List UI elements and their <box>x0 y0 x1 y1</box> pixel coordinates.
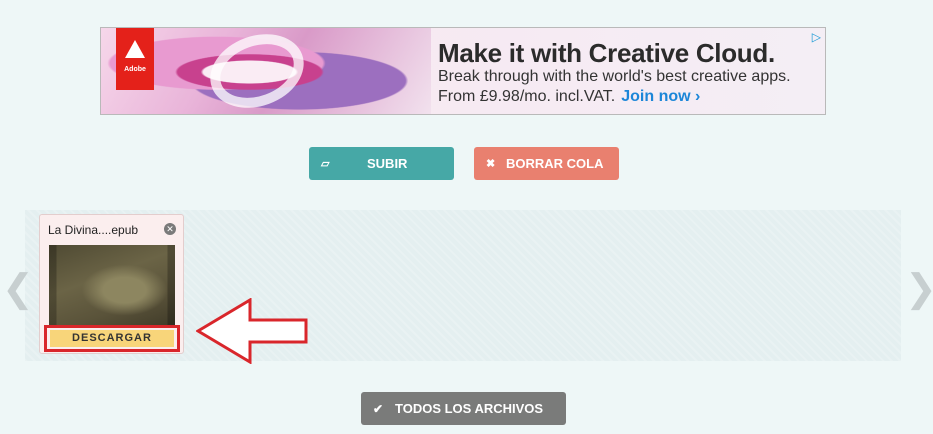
adchoices-icon[interactable]: ▷ <box>812 30 821 44</box>
upload-button[interactable]: ▱ SUBIR <box>309 147 454 180</box>
ad-join-link[interactable]: Join now › <box>621 88 700 105</box>
adobe-logo: Adobe <box>116 28 154 90</box>
all-files-button[interactable]: ✔ TODOS LOS ARCHIVOS <box>361 392 566 425</box>
folder-open-icon: ▱ <box>321 158 330 170</box>
file-name: La Divina....epub <box>48 223 139 237</box>
next-arrow-icon[interactable]: ❯ <box>905 266 933 311</box>
ad-tagline: Break through with the world's best crea… <box>438 68 791 85</box>
remove-file-icon[interactable]: ✕ <box>164 223 176 235</box>
file-thumbnail <box>49 245 175 327</box>
annotation-arrow-icon <box>196 298 308 364</box>
download-button[interactable]: DESCARGAR <box>50 330 174 347</box>
ad-price: From £9.98/mo. incl.VAT. Join now › <box>438 88 701 105</box>
download-highlight: DESCARGAR <box>44 325 180 352</box>
check-icon: ✔ <box>373 401 384 416</box>
prev-arrow-icon[interactable]: ❮ <box>2 266 34 311</box>
ad-headline: Make it with Creative Cloud. <box>438 38 775 68</box>
clear-queue-button[interactable]: ✖ BORRAR COLA <box>474 147 619 180</box>
ad-banner[interactable]: Adobe Make it with Creative Cloud. Break… <box>100 27 826 115</box>
close-icon: ✖ <box>486 158 496 170</box>
